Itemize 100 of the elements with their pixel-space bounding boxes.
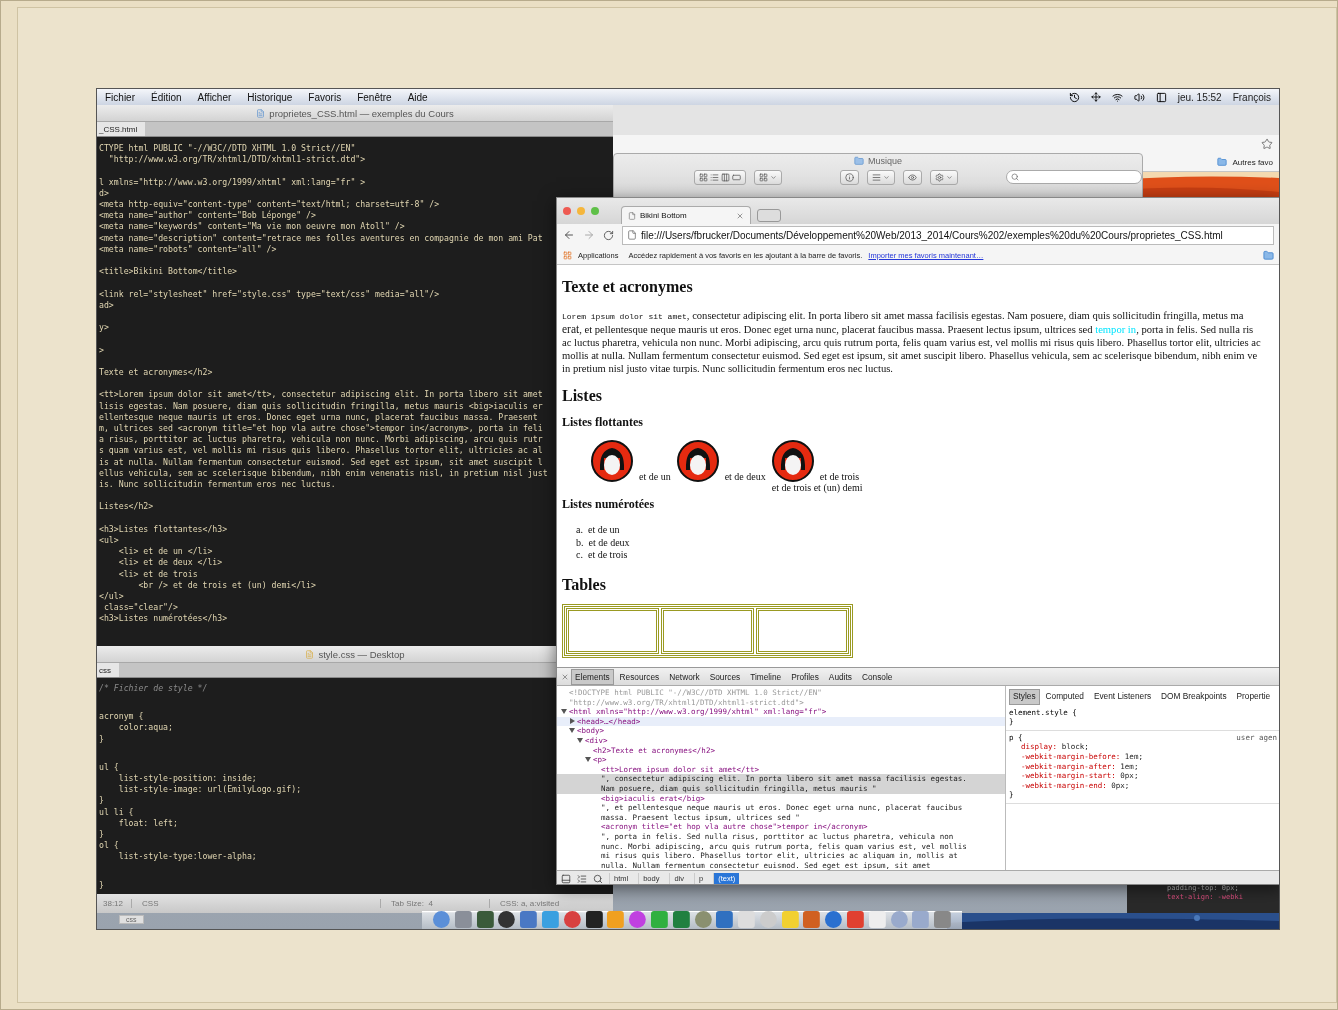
code-line: ul { bbox=[99, 761, 119, 773]
console-icon[interactable] bbox=[577, 873, 587, 884]
view-buttons[interactable] bbox=[694, 169, 746, 185]
tab-title: Bikini Bottom bbox=[640, 211, 688, 220]
back-icon[interactable] bbox=[563, 229, 575, 241]
styles-tab[interactable]: Styles bbox=[1009, 689, 1040, 705]
dock-icon[interactable] bbox=[561, 873, 571, 884]
code-line: <meta name="keywords" content="Ma vie mon oeuvre mon Atoll" /> bbox=[99, 221, 405, 233]
close-icon[interactable] bbox=[561, 672, 569, 681]
expanded-triangle-icon[interactable] bbox=[561, 708, 567, 715]
caret-icon bbox=[946, 173, 953, 181]
code-line: a risus, porttitor ac luctus pharetra, vehicula non nunc. Morbi adipiscing, arcu quis rutr bbox=[99, 434, 543, 446]
code-line: l xmlns="http://www.w3.org/1999/xhtml" xml:lang="fr" > bbox=[99, 176, 366, 188]
search-field[interactable] bbox=[1006, 170, 1142, 184]
menu-item[interactable]: Fenêtre bbox=[357, 91, 392, 103]
apps-icon[interactable] bbox=[563, 250, 572, 260]
lines-icon bbox=[872, 172, 881, 182]
zoom-button[interactable] bbox=[591, 207, 599, 215]
editor-tab[interactable]: _CSS.html bbox=[97, 122, 146, 136]
expanded-triangle-icon[interactable] bbox=[569, 727, 575, 734]
address-bar[interactable]: file:///Users/fbrucker/Documents/Développement%20Web/2013_2014/Cours%202/exemples%20du%20Cours/proprietes_CSS.html bbox=[622, 225, 1274, 245]
devtools-tab[interactable]: Audits bbox=[824, 668, 856, 685]
gear-icon bbox=[935, 172, 944, 182]
devtools-tab[interactable]: Network bbox=[665, 668, 704, 685]
expanded-triangle-icon[interactable] bbox=[585, 756, 591, 763]
list-item-text: et de trois bbox=[819, 471, 860, 482]
menu-item[interactable]: Aide bbox=[407, 91, 428, 103]
action-button[interactable] bbox=[930, 169, 958, 185]
grid-icon[interactable] bbox=[699, 172, 708, 182]
menu-clock[interactable]: jeu. 15:52 bbox=[1177, 91, 1222, 103]
new-tab-button[interactable] bbox=[757, 209, 781, 222]
list-item-text: et de un bbox=[639, 471, 671, 482]
star-icon[interactable] bbox=[1261, 138, 1273, 150]
code-line: m, ultrices sed <acronym title="et hop vla autre chose">tempor in</acronym>, porta in feli bbox=[99, 422, 543, 435]
arrange-button[interactable] bbox=[754, 169, 782, 185]
grid-icon bbox=[759, 172, 768, 182]
folder-icon[interactable] bbox=[1263, 249, 1274, 261]
list-marker: c. bbox=[576, 549, 583, 562]
code-line: float: left; bbox=[117, 817, 178, 830]
columns-icon[interactable] bbox=[721, 172, 730, 182]
list-marker: b. bbox=[576, 536, 584, 550]
code-line: s quam varius est, vel mollis mi risus quis libero. Phasellus tortor elit, ultricies ac al bbox=[99, 445, 543, 457]
code-line: list-style-position: inside; bbox=[117, 773, 257, 785]
collapsed-triangle-icon[interactable] bbox=[569, 717, 575, 724]
list-item-text: et de un bbox=[587, 524, 620, 537]
user-name[interactable]: François bbox=[1232, 91, 1271, 103]
code-line: Texte et acronymes</h2> bbox=[99, 366, 213, 379]
info-icon bbox=[845, 172, 854, 182]
code-line: <br /> et de trois et (un) demi</li> bbox=[137, 579, 316, 591]
avatar-icon bbox=[591, 440, 633, 482]
folder-icon[interactable] bbox=[1216, 157, 1227, 167]
devtools-tab[interactable]: Console bbox=[857, 668, 897, 685]
menu-item[interactable]: Historique bbox=[247, 91, 293, 103]
app-icon[interactable] bbox=[497, 910, 517, 929]
code-line: <ul> bbox=[99, 534, 119, 547]
devtools-tab[interactable]: Elements bbox=[571, 668, 614, 685]
code-line: <li> et de trois bbox=[117, 568, 198, 580]
code-line: <h3>Listes numérotées</h3> bbox=[99, 613, 228, 625]
styles-tab[interactable]: DOM Breakpoints bbox=[1157, 689, 1231, 705]
styles-tab[interactable]: Event Listeners bbox=[1089, 689, 1156, 705]
cover-flow-icon[interactable] bbox=[732, 172, 741, 182]
preview-button[interactable] bbox=[903, 169, 922, 185]
code-line: "http://www.w3.org/TR/xhtml1/DTD/xhtml1-strict.dtd"> bbox=[107, 154, 366, 166]
list-icon[interactable] bbox=[710, 172, 719, 182]
wifi-icon[interactable] bbox=[1111, 91, 1123, 103]
page-heading: Texte et acronymes bbox=[562, 278, 693, 296]
code-line: is at nulla. Nullam fermentum consectetur euismod. Sed eget est ipsum, sit amet suscipit l bbox=[99, 456, 543, 468]
expanded-triangle-icon[interactable] bbox=[577, 736, 583, 743]
browser-tab[interactable]: Bikini Bottom bbox=[621, 206, 751, 224]
info-button[interactable] bbox=[840, 169, 859, 185]
close-button[interactable] bbox=[563, 207, 571, 215]
code-line: <li> et de un </li> bbox=[117, 546, 213, 558]
devtools-tab[interactable]: Timeline bbox=[746, 668, 786, 685]
code-line: Listes</h2> bbox=[99, 501, 154, 513]
caret-icon bbox=[883, 173, 890, 181]
move-icon[interactable] bbox=[1090, 92, 1101, 102]
editor-tab[interactable]: css bbox=[97, 663, 119, 677]
document-icon bbox=[256, 108, 266, 118]
history-icon[interactable] bbox=[1068, 91, 1080, 103]
code-line: <meta name="description" content="retrace mes folles aventures en compagnie de mon ami Pat bbox=[99, 232, 543, 244]
bookmark-folder[interactable]: Autres favo bbox=[1232, 157, 1273, 167]
menu-item[interactable]: Afficher bbox=[197, 91, 232, 103]
menu-item[interactable]: Favoris bbox=[308, 91, 342, 103]
reload-icon[interactable] bbox=[603, 229, 614, 241]
window-title: Musique bbox=[868, 156, 902, 166]
menu-item[interactable]: Fichier bbox=[105, 91, 135, 103]
menu-item[interactable]: Édition bbox=[151, 91, 182, 103]
volume-icon[interactable] bbox=[1133, 91, 1145, 103]
page-heading: Listes bbox=[562, 387, 602, 405]
search-icon[interactable] bbox=[593, 873, 603, 884]
styles-tab[interactable]: Computed bbox=[1041, 689, 1088, 705]
list-item-text: et de trois bbox=[587, 549, 628, 562]
panel-icon[interactable] bbox=[1155, 91, 1167, 103]
code-line: <meta name="author" content="Bob Léponge" /> bbox=[99, 210, 316, 222]
styles-tab[interactable]: Propertie bbox=[1232, 689, 1275, 705]
devtools-tab[interactable]: Profiles bbox=[787, 668, 823, 685]
devtools-tab[interactable]: Resources bbox=[615, 668, 664, 685]
devtools-tab[interactable]: Sources bbox=[705, 668, 745, 685]
close-icon[interactable] bbox=[736, 211, 744, 220]
sort-button[interactable] bbox=[867, 169, 895, 185]
